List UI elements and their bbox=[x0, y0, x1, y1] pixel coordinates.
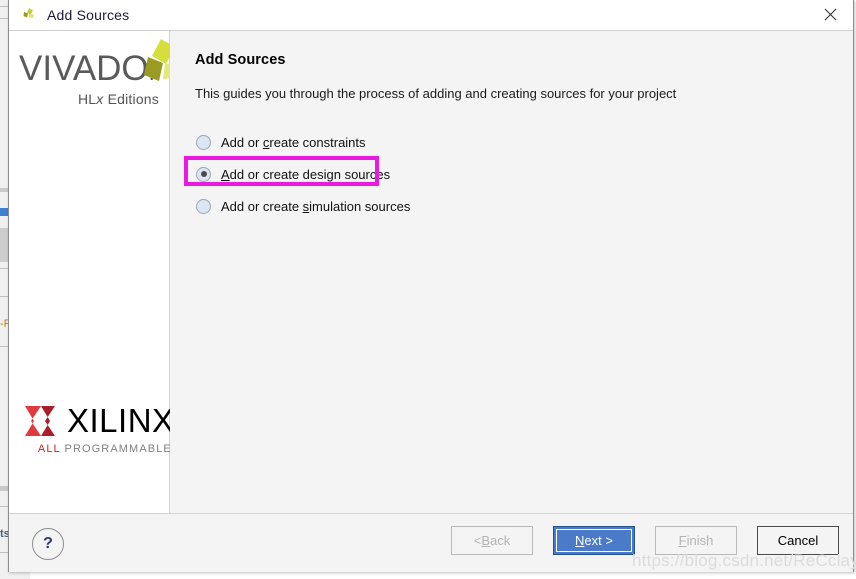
add-sources-dialog: Add Sources VIVADO. HLx Editions bbox=[8, 0, 854, 572]
radio-label-design-sources-post: dd or create design sources bbox=[229, 166, 391, 182]
xilinx-chevron-icon bbox=[21, 402, 59, 440]
radio-label-constraints-post: reate constraints bbox=[269, 134, 366, 150]
next-button[interactable]: Next > bbox=[553, 526, 635, 555]
radio-option-constraints[interactable]: Add or create constraints bbox=[196, 126, 626, 158]
vivado-logo: VIVADO. HLx Editions bbox=[19, 39, 187, 107]
xilinx-wordmark: XILINX bbox=[67, 402, 175, 439]
next-button-post: ext > bbox=[584, 533, 613, 548]
radio-label-simulation-sources-pre: Add or create bbox=[221, 198, 303, 214]
content-panel: Add Sources This guides you through the … bbox=[170, 31, 853, 513]
radio-label-design-sources-mnemonic: A bbox=[221, 166, 230, 182]
back-button-pre: < bbox=[473, 533, 482, 548]
radio-option-simulation-sources[interactable]: Add or create simulation sources bbox=[196, 190, 626, 222]
window-title: Add Sources bbox=[47, 7, 130, 23]
radio-label-design-sources: Add or create design sources bbox=[221, 167, 390, 182]
next-button-mnemonic: N bbox=[575, 533, 585, 548]
radio-indicator-constraints[interactable] bbox=[196, 134, 211, 150]
source-type-radio-group: Add or create constraints Add or create … bbox=[184, 126, 626, 222]
radio-option-design-sources[interactable]: Add or create design sources bbox=[184, 156, 626, 190]
xilinx-tag-all: ALL bbox=[37, 443, 61, 455]
xilinx-logo: XILINX ALL PROGRAMMABLE. bbox=[21, 402, 181, 455]
page-description: This guides you through the process of a… bbox=[195, 86, 677, 101]
cancel-button[interactable]: Cancel bbox=[757, 526, 839, 555]
radio-indicator-simulation-sources[interactable] bbox=[196, 198, 211, 214]
finish-button[interactable]: Finish bbox=[655, 526, 737, 555]
radio-label-constraints: Add or create constraints bbox=[221, 135, 366, 150]
vivado-sub-pre: HL bbox=[78, 91, 97, 107]
radio-label-simulation-sources: Add or create simulation sources bbox=[221, 199, 410, 214]
vivado-word-text: VIVADO bbox=[19, 49, 149, 88]
back-button-post: ack bbox=[490, 533, 511, 548]
finish-button-post: inish bbox=[686, 533, 714, 548]
dialog-body: VIVADO. HLx Editions bbox=[9, 31, 853, 513]
page-title: Add Sources bbox=[195, 52, 286, 68]
branding-panel: VIVADO. HLx Editions bbox=[9, 31, 187, 513]
vivado-subtitle: HLx Editions bbox=[19, 91, 159, 107]
back-button[interactable]: < Back bbox=[451, 526, 533, 555]
xilinx-tag-rest: PROGRAMMABLE. bbox=[60, 443, 176, 455]
help-button[interactable]: ? bbox=[32, 528, 64, 560]
radio-label-constraints-pre: Add or bbox=[221, 134, 263, 150]
finish-button-mnemonic: F bbox=[678, 533, 687, 548]
vivado-leaf-icon bbox=[20, 6, 38, 24]
close-icon[interactable] bbox=[807, 0, 853, 29]
wizard-button-group: < Back Next > Finish Cancel bbox=[451, 526, 839, 555]
vivado-sub-italic: x bbox=[96, 91, 104, 107]
radio-indicator-design-sources[interactable] bbox=[196, 166, 211, 182]
back-button-mnemonic: B bbox=[481, 533, 491, 548]
xilinx-tagline: ALL PROGRAMMABLE. bbox=[21, 443, 176, 455]
dialog-footer: ? < Back Next > Finish Cancel bbox=[9, 513, 853, 572]
title-bar: Add Sources bbox=[9, 0, 853, 31]
vivado-sub-post: Editions bbox=[103, 91, 159, 107]
radio-label-simulation-sources-post: imulation sources bbox=[309, 198, 411, 214]
